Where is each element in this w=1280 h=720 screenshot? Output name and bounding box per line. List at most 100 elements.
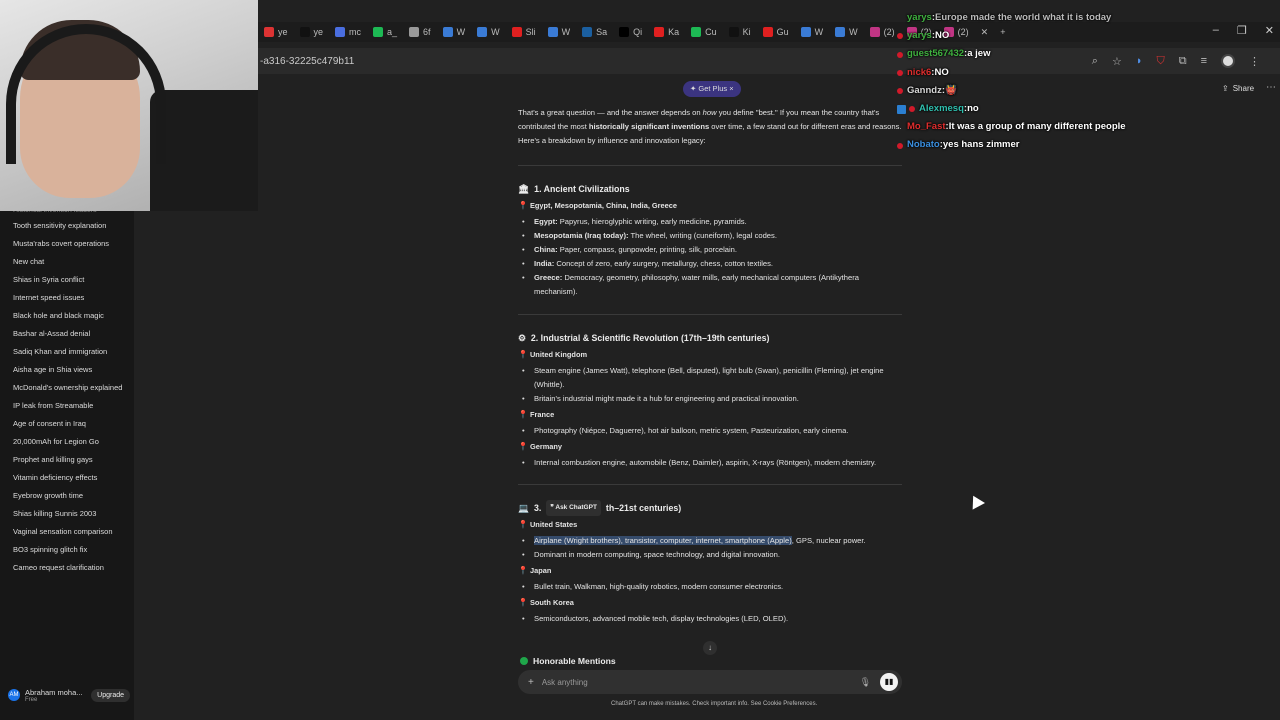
chat-username[interactable]: guest567432 — [907, 45, 964, 63]
browser-tab[interactable]: W — [471, 22, 506, 42]
chat-username[interactable]: nick6 — [907, 64, 931, 82]
tab-label: W — [456, 27, 466, 37]
webcam-overlay — [0, 0, 258, 211]
sidebar-item[interactable]: Black hole and black magic — [0, 307, 134, 325]
sidebar-item[interactable]: New chat — [0, 253, 134, 271]
microphone-icon[interactable]: 🎙 — [860, 677, 871, 688]
sidebar-item[interactable]: BO3 spinning glitch fix — [0, 541, 134, 559]
sidebar-item[interactable]: Prophet and killing gays — [0, 451, 134, 469]
browser-tab[interactable]: ye — [294, 22, 330, 42]
tab-favicon-icon — [511, 27, 522, 37]
chat-badge-icon — [897, 87, 903, 94]
user-account[interactable]: AM Abraham moha... Free Upgrade — [8, 684, 130, 706]
section-title: 💻 3. ❞ Ask ChatGPT th–21st centuries) — [518, 500, 902, 516]
voice-mode-button[interactable]: ▮▮ — [880, 673, 898, 691]
list-item: Britain's industrial might made it a hub… — [518, 392, 902, 406]
browser-tab[interactable]: Sli — [506, 22, 542, 42]
subsection-title: 📍 Germany — [518, 440, 902, 454]
selected-text[interactable]: Airplane (Wright brothers), transistor, … — [534, 536, 792, 545]
list-item: Steam engine (James Watt), telephone (Be… — [518, 364, 902, 392]
tab-label: W — [814, 27, 824, 37]
pin-icon: 📍 — [518, 598, 528, 607]
tab-label: Qi — [633, 27, 643, 37]
scroll-down-button[interactable]: ↓ — [703, 641, 717, 655]
menu-lines-icon[interactable]: ≡ — [1201, 55, 1207, 67]
browser-tab[interactable]: Sa — [576, 22, 613, 42]
list-item-key: China: — [534, 245, 558, 254]
divider — [518, 484, 902, 485]
avatar: AM — [8, 689, 20, 701]
sidebar-item[interactable]: Shias killing Sunnis 2003 — [0, 505, 134, 523]
sidebar-item[interactable]: Cameo request clarification — [0, 559, 134, 577]
sidebar-list: Tooth sensitivity explanation Musta'rabs … — [0, 217, 134, 577]
tab-favicon-icon — [654, 27, 665, 37]
share-icon: ⇪ — [1222, 84, 1229, 93]
share-button[interactable]: ⇪ Share — [1222, 84, 1254, 93]
browser-tab[interactable]: Gu — [757, 22, 795, 42]
browser-tab[interactable]: Cu — [685, 22, 723, 42]
sidebar-item[interactable]: Sadiq Khan and immigration — [0, 343, 134, 361]
tab-favicon-icon — [691, 27, 702, 37]
profile-avatar[interactable] — [1221, 54, 1235, 68]
minimize-button[interactable]: – — [1213, 24, 1219, 37]
browser-tab[interactable]: 6f — [403, 22, 437, 42]
chat-username[interactable]: Nobato — [907, 136, 940, 154]
chat-message-text: no — [967, 103, 979, 115]
disclaimer-text: ChatGPT can make mistakes. Check importa… — [611, 701, 818, 707]
tab-label: Gu — [776, 27, 789, 37]
sidebar-item[interactable]: Shias in Syria conflict — [0, 271, 134, 289]
close-window-button[interactable]: ✕ — [1265, 24, 1274, 37]
tab-favicon-icon — [800, 27, 811, 37]
chat-badge-icon — [897, 69, 903, 76]
url-text[interactable]: -a316-32225c479b11 — [260, 56, 354, 67]
list-item: China: Paper, compass, gunpowder, printi… — [518, 243, 902, 257]
sidebar-item[interactable]: IP leak from Streamable — [0, 397, 134, 415]
chat-username[interactable]: Ganndz — [907, 82, 942, 100]
browser-tab[interactable]: W — [829, 22, 864, 42]
chat-username[interactable]: yarys — [907, 9, 932, 27]
browser-tab[interactable]: Qi — [613, 22, 648, 42]
list-item-text: Concept of zero, early surgery, metallur… — [554, 259, 774, 268]
chat-message-text: Europe made the world what it is today — [935, 12, 1112, 23]
more-options-button[interactable]: ⋯ — [1266, 82, 1276, 93]
ask-chatgpt-popup[interactable]: ❞ Ask ChatGPT — [546, 500, 601, 516]
tab-favicon-icon — [409, 27, 420, 37]
browser-menu-icon[interactable]: ⋮ — [1249, 55, 1260, 68]
browser-tab[interactable]: mc — [329, 22, 367, 42]
sidebar-item[interactable]: Bashar al-Assad denial — [0, 325, 134, 343]
chat-username[interactable]: Alexmesq — [919, 100, 964, 118]
composer-input[interactable]: Ask anything — [542, 678, 860, 687]
sidebar-item[interactable]: Vitamin deficiency effects — [0, 469, 134, 487]
browser-tab[interactable]: (2) — [864, 22, 901, 42]
browser-tab[interactable]: W — [542, 22, 577, 42]
list-item: Airplane (Wright brothers), transistor, … — [518, 534, 902, 548]
browser-tab[interactable]: Ka — [648, 22, 685, 42]
get-plus-button[interactable]: ✦ Get Plus × — [683, 81, 741, 97]
attach-plus-icon[interactable]: + — [528, 677, 534, 688]
chat-username[interactable]: yarys — [907, 27, 932, 45]
browser-tab[interactable]: W — [437, 22, 472, 42]
message-composer[interactable]: + Ask anything 🎙 ▮▮ — [518, 670, 902, 694]
sidebar-item[interactable]: 20,000mAh for Legion Go — [0, 433, 134, 451]
browser-tab[interactable]: W — [795, 22, 830, 42]
sidebar-item[interactable]: McDonald's ownership explained — [0, 379, 134, 397]
chat-username[interactable]: Mo_Fast — [907, 118, 946, 136]
mouse-cursor — [967, 492, 985, 510]
browser-tab[interactable]: ye — [258, 22, 294, 42]
restore-button[interactable]: ❐ — [1237, 24, 1247, 37]
chat-message: nick6 : NO — [897, 64, 1197, 82]
list-item: Greece: Democracy, geometry, philosophy,… — [518, 271, 902, 299]
sidebar-item[interactable]: Internet speed issues — [0, 289, 134, 307]
sidebar-item[interactable]: Age of consent in Iraq — [0, 415, 134, 433]
sidebar-item[interactable]: Aisha age in Shia views — [0, 361, 134, 379]
section-title: ⚙ 2. Industrial & Scientific Revolution … — [518, 330, 902, 346]
sidebar-item[interactable]: Tooth sensitivity explanation — [0, 217, 134, 235]
browser-tab[interactable]: a_ — [367, 22, 403, 42]
sidebar-item[interactable]: Musta'rabs covert operations — [0, 235, 134, 253]
browser-tab[interactable]: Ki — [723, 22, 757, 42]
sidebar-item[interactable]: Vaginal sensation comparison — [0, 523, 134, 541]
divider — [518, 165, 902, 166]
list-item: Internal combustion engine, automobile (… — [518, 456, 902, 470]
upgrade-button[interactable]: Upgrade — [91, 688, 130, 702]
sidebar-item[interactable]: Eyebrow growth time — [0, 487, 134, 505]
